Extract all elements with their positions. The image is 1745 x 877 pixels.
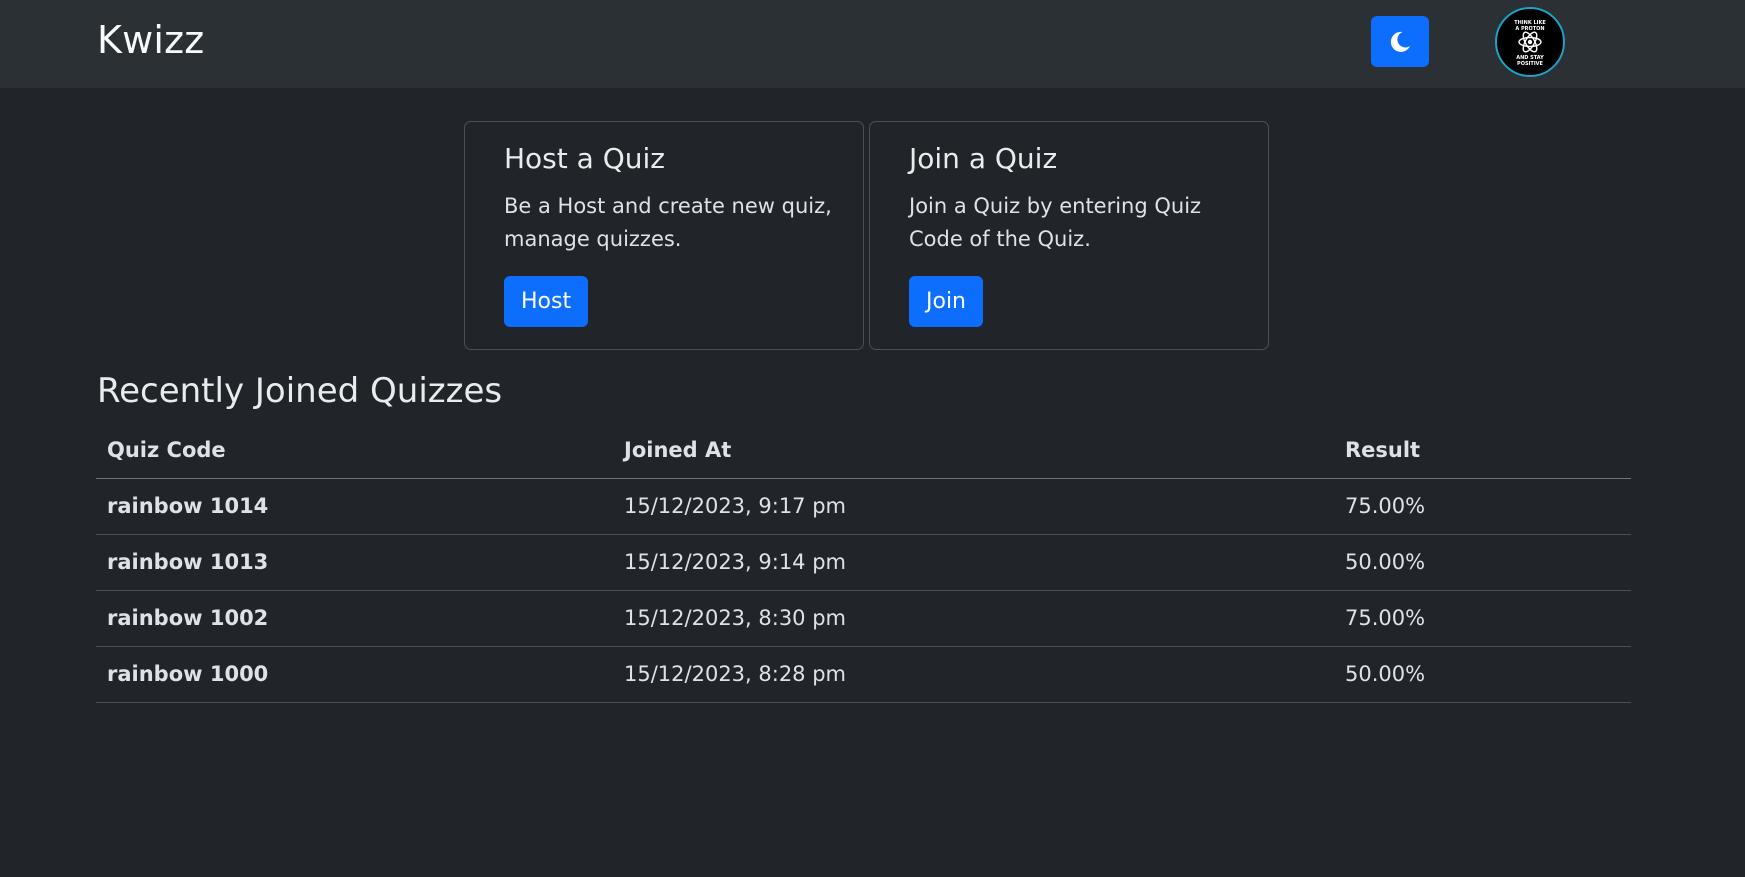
join-quiz-card: Join a Quiz Join a Quiz by entering Quiz…: [869, 121, 1269, 350]
table-row: rainbow 1014 15/12/2023, 9:17 pm 75.00%: [96, 478, 1631, 534]
result-cell: 75.00%: [1345, 606, 1426, 630]
column-header-joined-at: Joined At: [624, 437, 732, 462]
column-header-result: Result: [1345, 437, 1421, 462]
quiz-code-cell: rainbow 1013: [107, 550, 269, 574]
quiz-code-cell: rainbow 1014: [107, 494, 269, 518]
result-cell: 50.00%: [1345, 662, 1426, 686]
recent-quizzes-title: Recently Joined Quizzes: [97, 371, 503, 411]
joined-at-cell: 15/12/2023, 9:14 pm: [624, 550, 847, 574]
quiz-code-cell: rainbow 1000: [107, 662, 269, 686]
table-row: rainbow 1013 15/12/2023, 9:14 pm 50.00%: [96, 534, 1631, 590]
column-header-quiz-code: Quiz Code: [107, 437, 226, 462]
avatar[interactable]: THINK LIKE A PROTON AND STAY POSITIVE: [1495, 7, 1565, 77]
join-button[interactable]: Join: [909, 276, 984, 327]
avatar-atom-image: THINK LIKE A PROTON AND STAY POSITIVE: [1497, 9, 1563, 75]
avatar-text-4: POSITIVE: [1517, 61, 1544, 67]
joined-at-cell: 15/12/2023, 9:17 pm: [624, 494, 847, 518]
brand-logo-text[interactable]: Kwizz: [97, 18, 204, 62]
host-card-text: Be a Host and create new quiz, manage qu…: [504, 194, 832, 251]
moon-icon: [1390, 31, 1410, 52]
quiz-code-cell: rainbow 1002: [107, 606, 269, 630]
table-header-row: Quiz Code Joined At Result: [96, 422, 1631, 478]
join-card-title: Join a Quiz: [909, 142, 1058, 175]
navbar: Kwizz THINK LIKE A PROTON AND STAY POSIT…: [0, 0, 1745, 88]
table-row: rainbow 1002 15/12/2023, 8:30 pm 75.00%: [96, 590, 1631, 646]
host-button[interactable]: Host: [504, 276, 589, 327]
avatar-text-2: A PROTON: [1515, 26, 1544, 32]
joined-at-cell: 15/12/2023, 8:28 pm: [624, 662, 847, 686]
result-cell: 50.00%: [1345, 550, 1426, 574]
host-quiz-card: Host a Quiz Be a Host and create new qui…: [464, 121, 864, 350]
joined-at-cell: 15/12/2023, 8:30 pm: [624, 606, 847, 630]
result-cell: 75.00%: [1345, 494, 1426, 518]
theme-toggle-button[interactable]: [1371, 16, 1429, 67]
host-card-title: Host a Quiz: [504, 142, 665, 175]
table-row: rainbow 1000 15/12/2023, 8:28 pm 50.00%: [96, 646, 1631, 702]
join-card-text: Join a Quiz by entering Quiz Code of the…: [909, 194, 1202, 251]
recent-quizzes-table: Quiz Code Joined At Result rainbow 1014 …: [96, 422, 1631, 703]
